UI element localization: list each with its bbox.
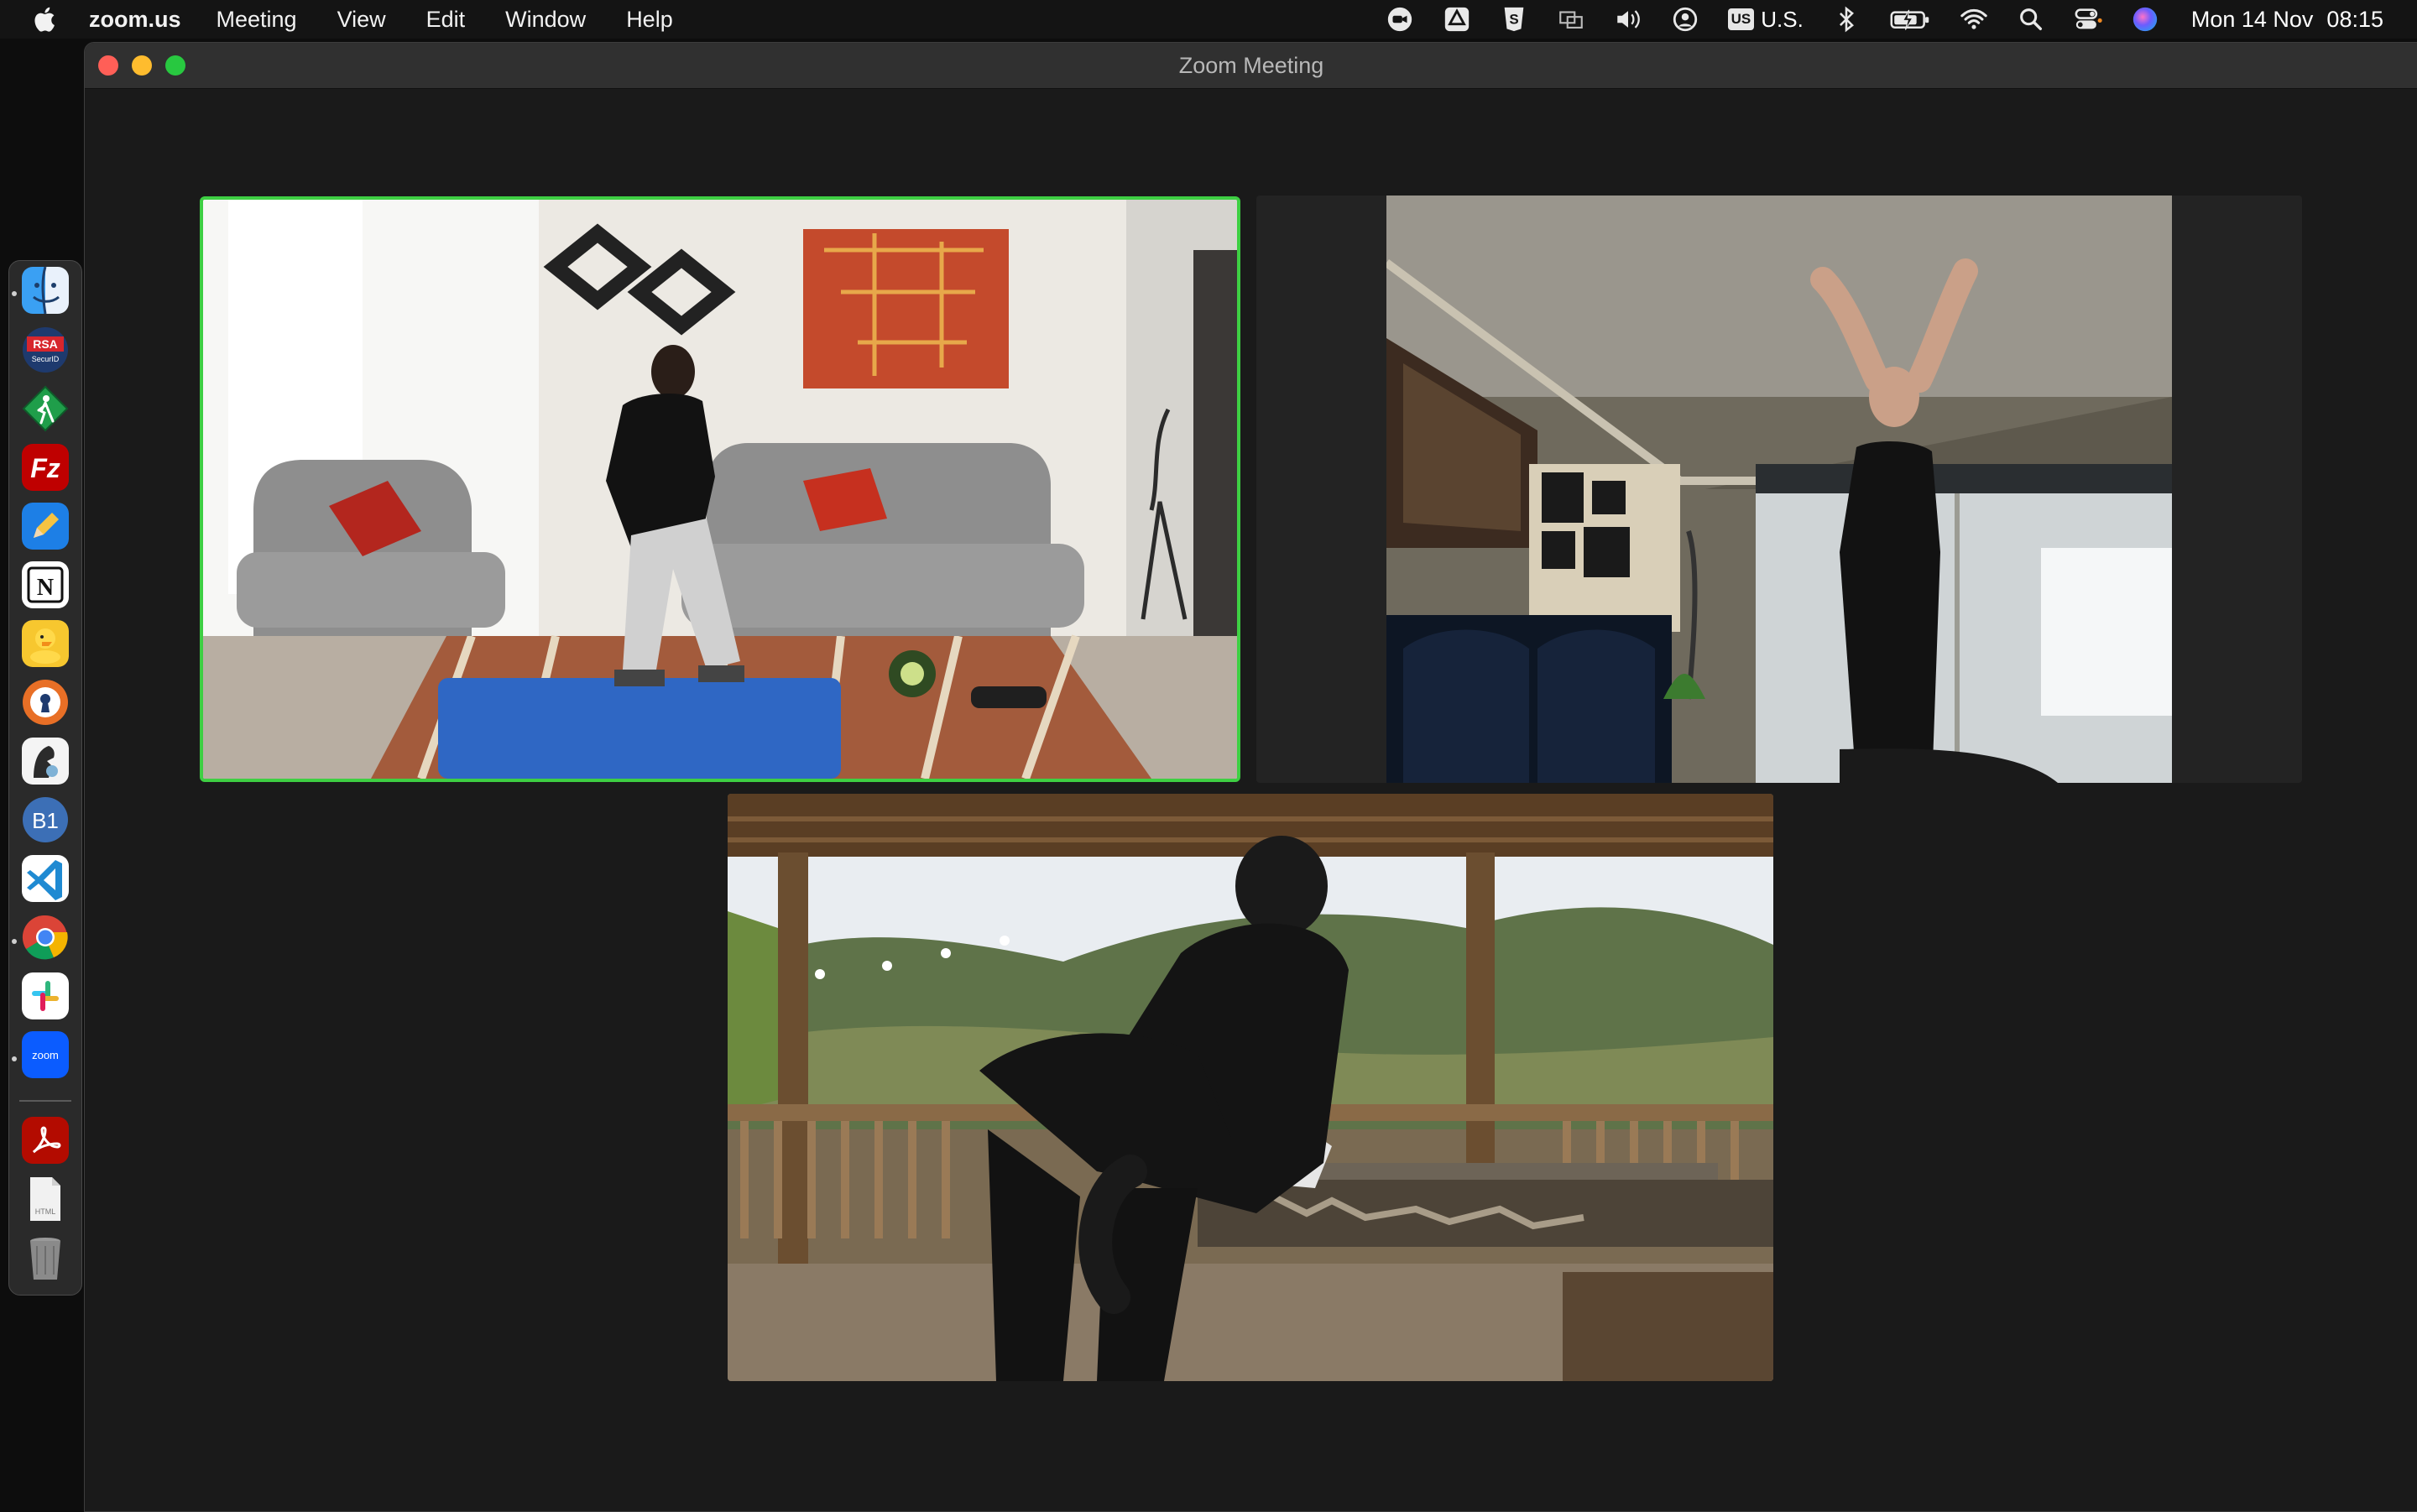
dock-app-acrobat[interactable] (22, 1117, 69, 1164)
running-indicator (12, 939, 17, 944)
wifi-icon[interactable] (1960, 5, 1988, 34)
dock-app-rsa-securid[interactable]: RSA SecurID (22, 326, 69, 373)
dock-app-pencil[interactable] (22, 503, 69, 550)
html-file-label: HTML (35, 1207, 56, 1216)
input-source-label: U.S. (1761, 6, 1804, 32)
user-circle-icon[interactable] (1671, 5, 1699, 34)
dock: RSA SecurID Fz N B1 zoom HTML (8, 260, 82, 1296)
keyboard-input-icon[interactable]: US U.S. (1727, 6, 1804, 33)
notion-label: N (37, 575, 54, 601)
participant-video-3[interactable] (728, 794, 1773, 1381)
dock-app-chrome[interactable] (22, 914, 69, 961)
menu-edit[interactable]: Edit (426, 7, 466, 33)
s-app-icon[interactable]: S (1500, 5, 1528, 34)
participant-video-2[interactable] (1256, 196, 2302, 783)
running-indicator (12, 291, 17, 296)
participant-video-feed (1386, 196, 2172, 783)
clock-date: Mon 14 Nov (2190, 6, 2314, 32)
dock-app-cyberduck[interactable] (22, 620, 69, 667)
dock-app-finder[interactable] (22, 267, 69, 314)
b1-label: B1 (32, 808, 59, 833)
input-source-badge: US (1727, 8, 1755, 30)
window-title: Zoom Meeting (1178, 53, 1324, 78)
siri-icon[interactable] (2131, 5, 2159, 34)
window-titlebar[interactable]: Zoom Meeting (85, 43, 2417, 89)
display-icon[interactable] (1557, 5, 1585, 34)
menu-bar: zoom.us Meeting View Edit Window Help S … (0, 0, 2417, 39)
filezilla-label: Fz (30, 453, 60, 483)
rsa-label: RSA (33, 337, 58, 351)
dock-app-slack[interactable] (22, 972, 69, 1019)
dock-app-notion[interactable]: N (22, 561, 69, 608)
control-center-icon[interactable] (2074, 5, 2102, 34)
dock-app-keyhole[interactable] (22, 679, 69, 726)
participant-video-feed (728, 794, 1773, 1381)
menubar-clock[interactable]: Mon 14 Nov 08:15 (2191, 7, 2383, 33)
menu-view[interactable]: View (337, 7, 386, 33)
participant-video-feed (203, 200, 1237, 779)
search-icon[interactable] (2017, 5, 2045, 34)
zoom-icon[interactable] (1386, 5, 1414, 34)
bluetooth-icon[interactable] (1832, 5, 1861, 34)
participant-video-1[interactable] (200, 196, 1240, 782)
dock-app-pedestrian-sign[interactable] (22, 385, 69, 432)
battery-icon[interactable] (1889, 5, 1931, 34)
zoom-meeting-window: Zoom Meeting (84, 42, 2417, 1512)
status-menu-extras: S US U.S. Mon 14 Nov 08:15 (1357, 0, 2383, 39)
apple-icon[interactable] (32, 5, 60, 34)
menu-window[interactable]: Window (505, 7, 586, 33)
volume-icon[interactable] (1614, 5, 1642, 34)
dock-app-vscode[interactable] (22, 855, 69, 902)
dock-app-trash[interactable] (22, 1234, 69, 1281)
dock-app-sequel-ace[interactable] (22, 738, 69, 785)
drive-icon[interactable] (1443, 5, 1471, 34)
zoom-dock-label: zoom (32, 1049, 59, 1061)
svg-text:S: S (1509, 12, 1518, 28)
dock-app-html-file[interactable]: HTML (22, 1176, 69, 1223)
clock-time: 08:15 (2326, 6, 2383, 32)
menu-meeting[interactable]: Meeting (217, 7, 297, 33)
securid-label: SecurID (32, 355, 60, 363)
dock-app-filezilla[interactable]: Fz (22, 444, 69, 491)
dock-app-zoom[interactable]: zoom (22, 1031, 69, 1078)
dock-app-b1[interactable]: B1 (22, 796, 69, 843)
dock-separator (19, 1100, 71, 1102)
app-menu-zoom[interactable]: zoom.us (89, 7, 181, 33)
running-indicator (12, 1056, 17, 1061)
menu-help[interactable]: Help (626, 7, 673, 33)
